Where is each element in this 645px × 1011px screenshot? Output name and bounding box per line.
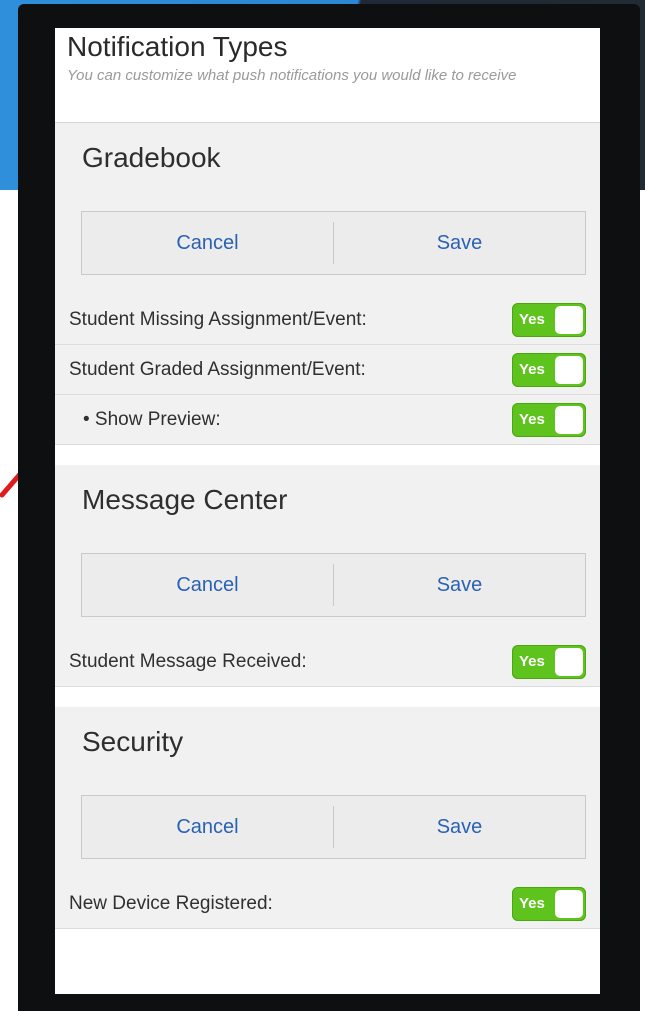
message-center-cancel-button[interactable]: Cancel [82, 554, 333, 616]
new-device-registered-toggle[interactable]: Yes [512, 886, 586, 921]
toggle-state-label: Yes [519, 652, 545, 670]
toggle-knob [555, 355, 583, 384]
setting-row-student-message-received: Student Message Received: Yes [55, 637, 600, 687]
section-security: Security Cancel Save New Device Register… [55, 707, 600, 929]
page-title: Notification Types [67, 31, 288, 62]
student-graded-assignment-toggle[interactable]: Yes [512, 352, 586, 387]
student-message-received-toggle[interactable]: Yes [512, 644, 586, 679]
student-missing-assignment-toggle[interactable]: Yes [512, 302, 586, 337]
message-center-button-bar: Cancel Save [81, 553, 586, 617]
show-preview-toggle[interactable]: Yes [512, 402, 586, 437]
section-gap [55, 687, 600, 707]
setting-row-new-device-registered: New Device Registered: Yes [55, 879, 600, 929]
toggle-knob [555, 647, 583, 676]
section-gap [55, 445, 600, 465]
section-title-message-center: Message Center [82, 484, 288, 515]
setting-row-show-preview: • Show Preview: Yes [55, 395, 600, 445]
message-center-save-button[interactable]: Save [334, 554, 585, 616]
toggle-state-label: Yes [519, 310, 545, 328]
phone-frame: Notification Types You can customize wha… [18, 4, 640, 1011]
setting-row-student-graded-assignment: Student Graded Assignment/Event: Yes [55, 345, 600, 395]
setting-label: • Show Preview: [83, 408, 221, 430]
toggle-knob [555, 889, 583, 918]
toggle-state-label: Yes [519, 894, 545, 912]
security-save-button[interactable]: Save [334, 796, 585, 858]
notification-types-header: Notification Types You can customize wha… [55, 28, 600, 123]
section-title-gradebook: Gradebook [82, 142, 221, 173]
gradebook-settings-list: Student Missing Assignment/Event: Yes St… [55, 295, 600, 445]
security-cancel-button[interactable]: Cancel [82, 796, 333, 858]
toggle-knob [555, 305, 583, 334]
page-subtitle: You can customize what push notification… [67, 67, 517, 84]
setting-label: Student Missing Assignment/Event: [69, 308, 367, 330]
toggle-state-label: Yes [519, 410, 545, 428]
section-message-center: Message Center Cancel Save Student Messa… [55, 465, 600, 687]
security-button-bar: Cancel Save [81, 795, 586, 859]
security-settings-list: New Device Registered: Yes [55, 879, 600, 929]
section-gradebook: Gradebook Cancel Save Student Missing As… [55, 123, 600, 445]
section-title-security: Security [82, 726, 184, 757]
toggle-knob [555, 405, 583, 434]
message-center-settings-list: Student Message Received: Yes [55, 637, 600, 687]
gradebook-save-button[interactable]: Save [334, 212, 585, 274]
toggle-state-label: Yes [519, 360, 545, 378]
setting-label: New Device Registered: [69, 892, 273, 914]
gradebook-cancel-button[interactable]: Cancel [82, 212, 333, 274]
setting-label: Student Message Received: [69, 650, 307, 672]
setting-label: Student Graded Assignment/Event: [69, 358, 366, 380]
gradebook-button-bar: Cancel Save [81, 211, 586, 275]
setting-row-student-missing-assignment: Student Missing Assignment/Event: Yes [55, 295, 600, 345]
app-screen: Notification Types You can customize wha… [55, 28, 600, 994]
